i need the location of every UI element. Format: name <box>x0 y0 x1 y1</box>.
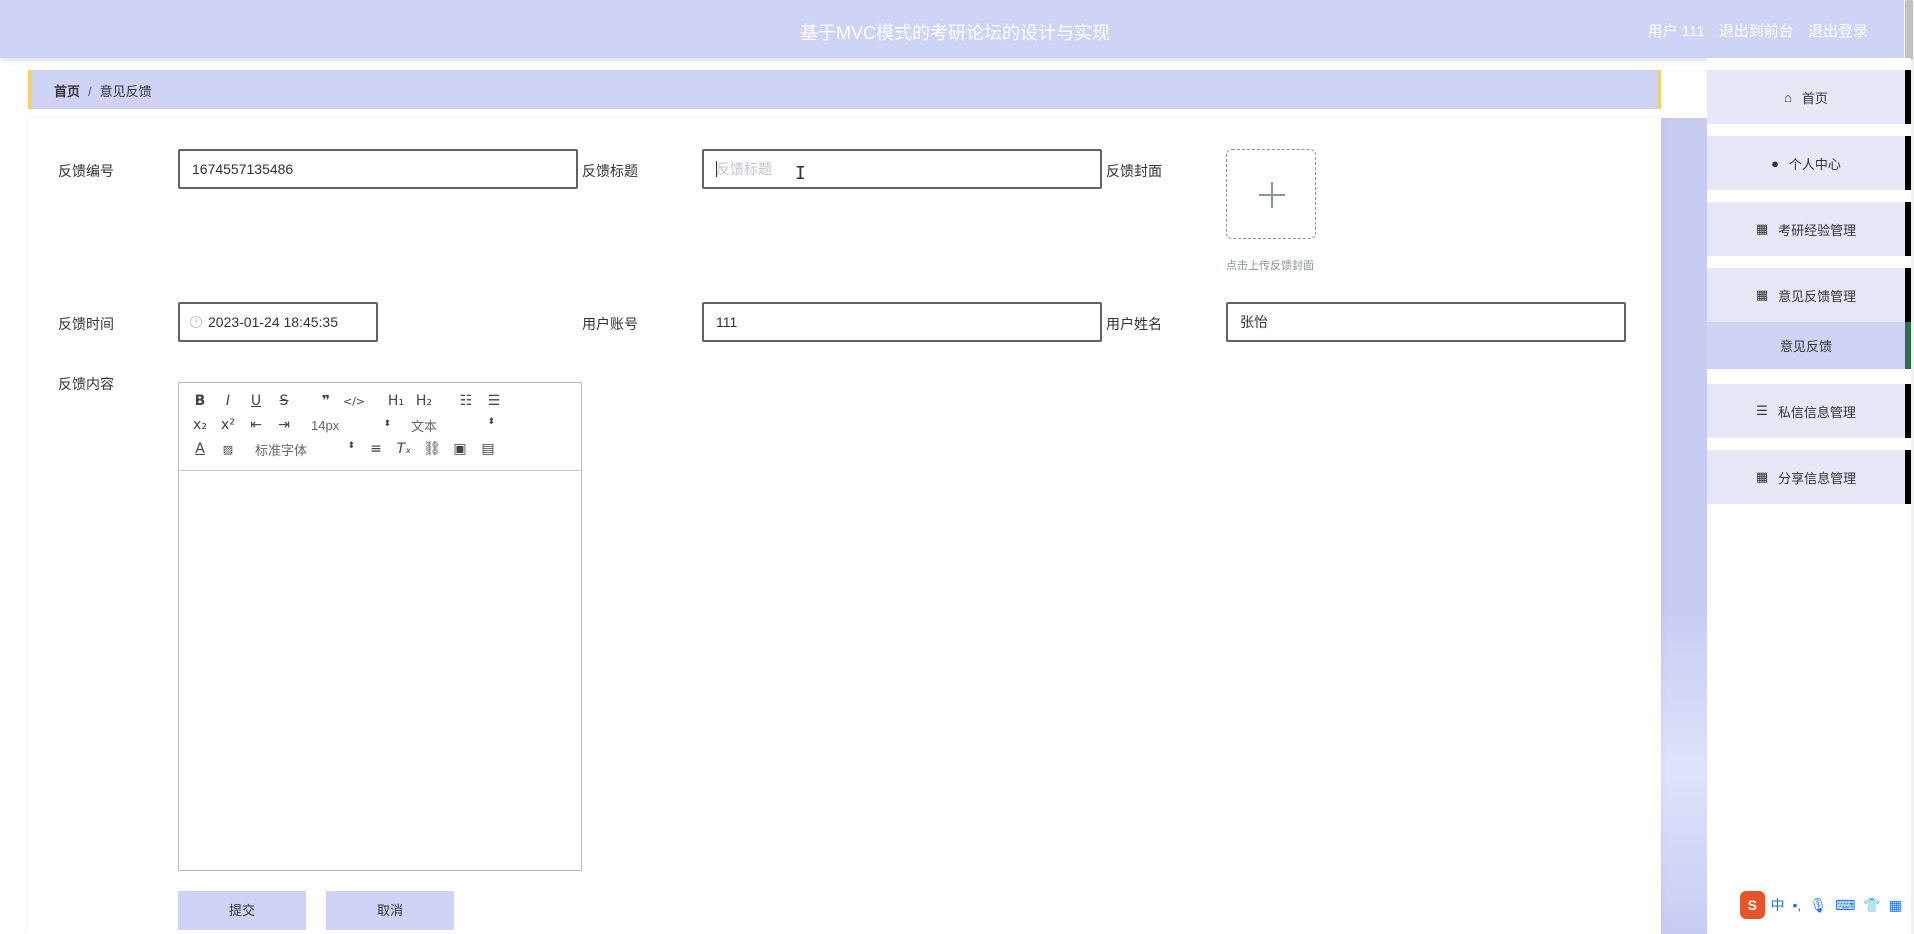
user-area: 用户 111 退出到前台 退出登录 <box>1638 20 1868 41</box>
breadcrumb-home[interactable]: 首页 <box>54 84 80 99</box>
id-field[interactable]: 1674557135486 <box>178 149 578 189</box>
sidebar-item-feedback-manage[interactable]: ▦ 意见反馈管理 <box>1707 268 1911 322</box>
grid-icon: ▦ <box>1755 287 1769 302</box>
home-icon: ⌂ <box>1784 89 1792 105</box>
ime-logo[interactable]: S <box>1740 891 1765 919</box>
user-icon: ● <box>1771 155 1779 171</box>
time-picker[interactable]: 2023-01-24 18:45:35 <box>178 302 378 342</box>
image-icon[interactable]: ▣ <box>449 441 471 457</box>
select-arrow-icon: ⬍ <box>383 417 391 428</box>
logout-link[interactable]: 退出登录 <box>1808 23 1868 40</box>
sidebar-item-label: 分享信息管理 <box>1778 470 1857 486</box>
sidebar-item-profile[interactable]: ● 个人中心 <box>1707 136 1911 190</box>
blockquote-icon[interactable]: ❞ <box>315 393 337 409</box>
text-caret <box>716 161 717 177</box>
subscript-icon[interactable]: x₂ <box>189 417 211 433</box>
code-block-icon[interactable]: </> <box>343 395 365 408</box>
scrollbar-thumb[interactable] <box>1905 0 1913 60</box>
breadcrumb-separator: / <box>88 84 92 99</box>
ime-mode[interactable]: 中 <box>1771 895 1785 915</box>
keyboard-icon[interactable]: ⌨ <box>1835 897 1855 914</box>
cover-upload-tip: 点击上传反馈封面 <box>1226 260 1314 272</box>
user-label: 用户 111 <box>1647 23 1705 40</box>
time-label: 反馈时间 <box>58 316 114 332</box>
font-family-value: 标准字体 <box>255 442 308 458</box>
name-field[interactable]: 张怡 <box>1226 302 1626 342</box>
header-type-select[interactable]: 文本 ⬍ <box>411 416 495 435</box>
header-type-value: 文本 <box>411 418 438 434</box>
title-input[interactable]: 反馈标题 <box>702 149 1102 189</box>
sidebar-item-messages[interactable]: ☰ 私信信息管理 <box>1707 384 1911 438</box>
ordered-list-icon[interactable]: ☷ <box>455 393 477 409</box>
title-label: 反馈标题 <box>582 163 638 179</box>
superscript-icon[interactable]: x² <box>217 417 239 433</box>
account-field[interactable]: 111 <box>702 302 1102 342</box>
breadcrumb-current: 意见反馈 <box>99 84 152 99</box>
align-icon[interactable]: ≡ <box>365 441 387 457</box>
sidebar-item-home[interactable]: ⌂ 首页 <box>1707 70 1911 124</box>
sidebar-item-share[interactable]: ▦ 分享信息管理 <box>1707 450 1911 504</box>
font-color-icon[interactable]: A <box>189 441 211 457</box>
microphone-icon[interactable]: 🎙 <box>1809 897 1827 914</box>
plus-icon-vertical <box>1271 182 1273 208</box>
cover-upload-button[interactable] <box>1226 149 1316 239</box>
back-to-front-link[interactable]: 退出到前台 <box>1719 23 1794 40</box>
name-label: 用户姓名 <box>1106 316 1162 332</box>
top-header: 基于MVC模式的考研论坛的设计与实现 用户 111 退出到前台 退出登录 <box>0 0 1904 58</box>
content-label: 反馈内容 <box>58 376 114 392</box>
bold-icon[interactable]: B <box>189 393 211 409</box>
indent-icon[interactable]: ⇥ <box>273 417 295 433</box>
clear-format-icon[interactable]: Tₓ <box>393 441 415 457</box>
sidebar-item-label: 意见反馈管理 <box>1778 288 1857 304</box>
text-cursor-icon: I <box>795 163 806 184</box>
header2-icon[interactable]: H₂ <box>413 393 435 409</box>
outdent-icon[interactable]: ⇤ <box>245 417 267 433</box>
header1-icon[interactable]: H₁ <box>385 393 407 409</box>
bullet-list-icon[interactable]: ☰ <box>483 393 505 409</box>
sidebar-item-label: 私信信息管理 <box>1777 404 1856 420</box>
font-size-value: 14px <box>311 417 340 433</box>
clock-icon <box>190 316 202 328</box>
sidebar-item-label: 首页 <box>1801 90 1828 106</box>
sidebar-subitem-feedback[interactable]: 意见反馈 <box>1707 322 1911 369</box>
sidebar: ⌂ 首页 ● 个人中心 ▦ 考研经验管理 ▦ 意见反馈管理 意见反馈 ☰ 私信信息管理 ▦… <box>1707 58 1911 934</box>
ime-toolbar: S 中 •, 🎙 ⌨ 👕 ▦ <box>1740 888 1910 922</box>
sidebar-item-label: 考研经验管理 <box>1778 222 1857 238</box>
font-family-select[interactable]: 标准字体 ⬍ <box>255 440 355 459</box>
cover-label: 反馈封面 <box>1106 163 1162 179</box>
background-color-icon[interactable]: ▨ <box>217 443 239 456</box>
grid-icon: ▦ <box>1755 469 1769 484</box>
sidebar-item-experience[interactable]: ▦ 考研经验管理 <box>1707 202 1911 256</box>
list-icon: ☰ <box>1756 403 1768 418</box>
link-icon[interactable]: ⛓ <box>421 441 443 457</box>
time-value: 2023-01-24 18:45:35 <box>208 314 338 330</box>
select-arrow-icon: ⬍ <box>487 415 495 426</box>
editor-toolbar: B I U S ❞ </> H₁ H₂ ☷ ☰ x₂ x² ⇤ ⇥ 14px ⬍ … <box>179 383 581 471</box>
account-label: 用户账号 <box>582 316 638 332</box>
punctuation-icon[interactable]: •, <box>1793 897 1802 913</box>
rich-text-editor: B I U S ❞ </> H₁ H₂ ☷ ☰ x₂ x² ⇤ ⇥ 14px ⬍ … <box>178 382 582 871</box>
submit-button[interactable]: 提交 <box>178 891 306 930</box>
strike-icon[interactable]: S <box>273 393 295 409</box>
skin-icon[interactable]: 👕 <box>1863 897 1880 914</box>
video-icon[interactable]: ▤ <box>477 441 499 457</box>
title-placeholder: 反馈标题 <box>716 161 772 177</box>
font-size-select[interactable]: 14px ⬍ <box>311 418 391 433</box>
italic-icon[interactable]: I <box>217 393 239 409</box>
app-title: 基于MVC模式的考研论坛的设计与实现 <box>800 23 1110 43</box>
breadcrumb: 首页 / 意见反馈 <box>28 70 1661 109</box>
editor-content-area[interactable] <box>179 472 581 870</box>
menu-grid-icon[interactable]: ▦ <box>1889 897 1902 914</box>
cancel-button[interactable]: 取消 <box>326 891 454 930</box>
sidebar-item-label: 个人中心 <box>1788 156 1841 172</box>
id-label: 反馈编号 <box>58 163 114 179</box>
select-arrow-icon: ⬍ <box>347 439 355 450</box>
grid-icon: ▦ <box>1755 221 1769 236</box>
underline-icon[interactable]: U <box>245 393 267 409</box>
background-decoration <box>1660 118 1708 934</box>
